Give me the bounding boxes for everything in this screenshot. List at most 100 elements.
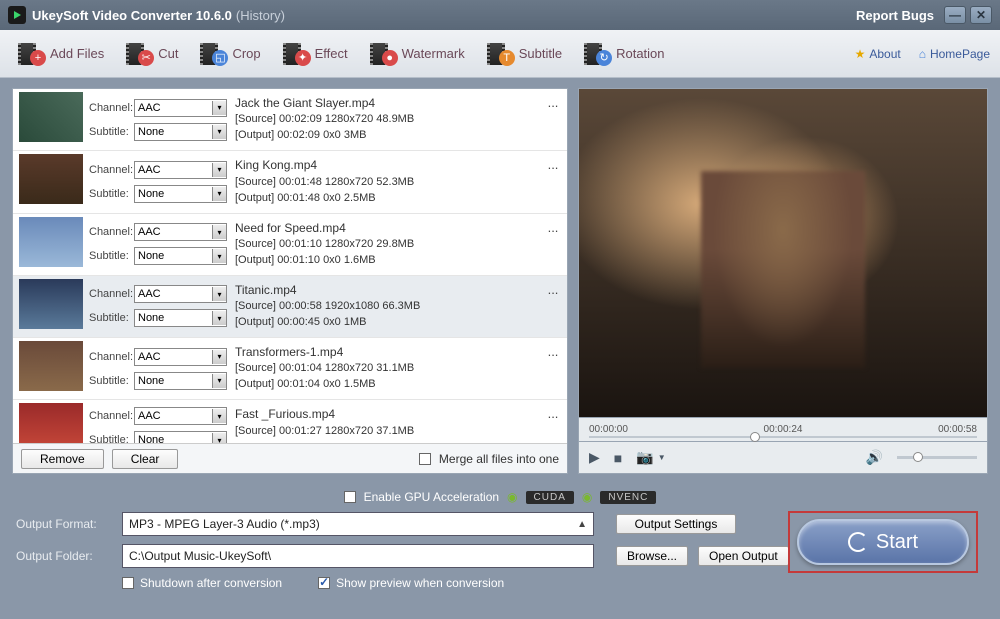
homepage-link[interactable]: ⌂HomePage xyxy=(919,47,990,61)
file-row[interactable]: Channel:AAC▾Subtitle:None▾Fast _Furious.… xyxy=(13,400,567,443)
subtitle-select[interactable]: None▾ xyxy=(134,431,227,443)
subtitle-row-label: Subtitle: xyxy=(89,126,131,138)
subtitle-select[interactable]: None▾ xyxy=(134,309,227,327)
file-row[interactable]: Channel:AAC▾Subtitle:None▾ Transformers-1… xyxy=(13,338,567,400)
output-settings-button[interactable]: Output Settings xyxy=(616,514,736,534)
channel-select[interactable]: AAC▾ xyxy=(134,223,227,241)
file-info: King Kong.mp4[Source] 00:01:48 1280x720 … xyxy=(231,151,539,212)
subtitle-icon: T xyxy=(499,50,515,66)
cut-button[interactable]: ✂Cut xyxy=(118,38,186,70)
file-row[interactable]: Channel:AAC▾Subtitle:None▾King Kong.mp4[… xyxy=(13,151,567,213)
time-start: 00:00:00 xyxy=(589,424,628,435)
merge-checkbox[interactable] xyxy=(419,453,431,465)
merge-label: Merge all files into one xyxy=(439,452,559,466)
file-options-button[interactable]: ... xyxy=(539,400,567,443)
effect-icon: ✦ xyxy=(295,50,311,66)
file-output: [Output] 00:01:10 0x0 1.6MB xyxy=(235,253,535,269)
output-folder-label: Output Folder: xyxy=(16,549,112,563)
file-row[interactable]: Channel:AAC▾Subtitle:None▾Jack the Giant… xyxy=(13,89,567,151)
file-row[interactable]: Channel:AAC▾Subtitle:None▾Need for Speed… xyxy=(13,214,567,276)
channel-select[interactable]: AAC▾ xyxy=(134,407,227,425)
file-source: [Source] 00:01:10 1280x720 29.8MB xyxy=(235,237,535,253)
subtitle-row-label: Subtitle: xyxy=(89,250,131,262)
output-format-label: Output Format: xyxy=(16,517,112,531)
add-files-button[interactable]: +Add Files xyxy=(10,38,112,70)
effect-button[interactable]: ✦Effect xyxy=(275,38,356,70)
file-name: Titanic.mp4 xyxy=(235,282,535,299)
watermark-button[interactable]: ●Watermark xyxy=(362,38,473,70)
about-link[interactable]: ★About xyxy=(855,47,901,61)
chevron-down-icon: ▾ xyxy=(212,101,226,115)
file-source: [Source] 00:02:09 1280x720 48.9MB xyxy=(235,112,535,128)
refresh-icon xyxy=(848,532,868,552)
history-label[interactable]: (History) xyxy=(236,8,285,23)
rotation-icon: ↻ xyxy=(596,50,612,66)
report-bugs-link[interactable]: Report Bugs xyxy=(856,8,934,23)
chevron-down-icon: ▾ xyxy=(212,187,226,201)
subtitle-row-label: Subtitle: xyxy=(89,375,131,387)
channel-select[interactable]: AAC▾ xyxy=(134,161,227,179)
file-info: Titanic.mp4[Source] 00:00:58 1920x1080 6… xyxy=(231,276,539,337)
file-options-button[interactable]: ... xyxy=(539,214,567,275)
file-list[interactable]: Channel:AAC▾Subtitle:None▾Jack the Giant… xyxy=(13,89,567,443)
channel-select[interactable]: AAC▾ xyxy=(134,348,227,366)
watermark-icon: ● xyxy=(382,50,398,66)
file-options-button[interactable]: ... xyxy=(539,276,567,337)
cuda-badge: CUDA xyxy=(526,491,574,504)
chevron-down-icon: ▾ xyxy=(212,433,226,443)
subtitle-button[interactable]: TSubtitle xyxy=(479,38,570,70)
file-name: Transformers-1.mp4 xyxy=(235,344,535,361)
channel-select[interactable]: AAC▾ xyxy=(134,285,227,303)
file-source: [Source] 00:01:04 1280x720 31.1MB xyxy=(235,361,535,377)
volume-icon[interactable]: 🔊 xyxy=(866,449,883,466)
time-bar[interactable]: 00:00:00 00:00:24 00:00:58 xyxy=(578,418,988,442)
file-options-button[interactable]: ... xyxy=(539,151,567,212)
video-preview[interactable] xyxy=(578,88,988,418)
snapshot-dropdown[interactable]: ▼ xyxy=(658,453,666,462)
file-source: [Source] 00:00:58 1920x1080 66.3MB xyxy=(235,299,535,315)
subtitle-select[interactable]: None▾ xyxy=(134,372,227,390)
preview-checkbox[interactable] xyxy=(318,577,330,589)
app-title: UkeySoft Video Converter 10.6.0 xyxy=(32,8,232,23)
channel-label: Channel: xyxy=(89,102,131,114)
plus-icon: + xyxy=(30,50,46,66)
close-button[interactable]: ✕ xyxy=(970,6,992,24)
volume-slider[interactable] xyxy=(897,456,977,459)
clear-button[interactable]: Clear xyxy=(112,449,179,469)
start-button[interactable]: Start xyxy=(797,519,969,565)
output-format-combo[interactable]: MP3 - MPEG Layer-3 Audio (*.mp3)▲ xyxy=(122,512,594,536)
subtitle-select[interactable]: None▾ xyxy=(134,123,227,141)
file-name: King Kong.mp4 xyxy=(235,157,535,174)
browse-button[interactable]: Browse... xyxy=(616,546,688,566)
gpu-checkbox[interactable] xyxy=(344,491,356,503)
remove-button[interactable]: Remove xyxy=(21,449,104,469)
subtitle-select[interactable]: None▾ xyxy=(134,185,227,203)
open-output-button[interactable]: Open Output xyxy=(698,546,789,566)
file-row[interactable]: Channel:AAC▾Subtitle:None▾Titanic.mp4[So… xyxy=(13,276,567,338)
stop-button[interactable]: ■ xyxy=(614,450,622,466)
minimize-button[interactable]: — xyxy=(944,6,966,24)
crop-button[interactable]: ◱Crop xyxy=(192,38,268,70)
file-thumbnail xyxy=(19,341,83,391)
channel-label: Channel: xyxy=(89,410,131,422)
snapshot-button[interactable]: 📷 xyxy=(636,449,653,466)
nvenc-badge: NVENC xyxy=(600,491,656,504)
rotation-button[interactable]: ↻Rotation xyxy=(576,38,672,70)
channel-select[interactable]: AAC▾ xyxy=(134,99,227,117)
gpu-label: Enable GPU Acceleration xyxy=(364,490,499,504)
subtitle-select[interactable]: None▾ xyxy=(134,247,227,265)
file-source: [Source] 00:01:27 1280x720 37.1MB xyxy=(235,424,535,440)
chevron-down-icon: ▾ xyxy=(212,163,226,177)
output-folder-input[interactable]: C:\Output Music-UkeySoft\ xyxy=(122,544,594,568)
file-options-button[interactable]: ... xyxy=(539,338,567,399)
play-button[interactable]: ▶ xyxy=(589,449,600,466)
seek-knob[interactable] xyxy=(750,432,760,442)
file-info: Fast _Furious.mp4[Source] 00:01:27 1280x… xyxy=(231,400,539,443)
channel-label: Channel: xyxy=(89,351,131,363)
chevron-down-icon: ▾ xyxy=(212,409,226,423)
volume-knob[interactable] xyxy=(913,452,923,462)
scissors-icon: ✂ xyxy=(138,50,154,66)
file-options-button[interactable]: ... xyxy=(539,89,567,150)
toolbar: +Add Files ✂Cut ◱Crop ✦Effect ●Watermark… xyxy=(0,30,1000,78)
shutdown-checkbox[interactable] xyxy=(122,577,134,589)
